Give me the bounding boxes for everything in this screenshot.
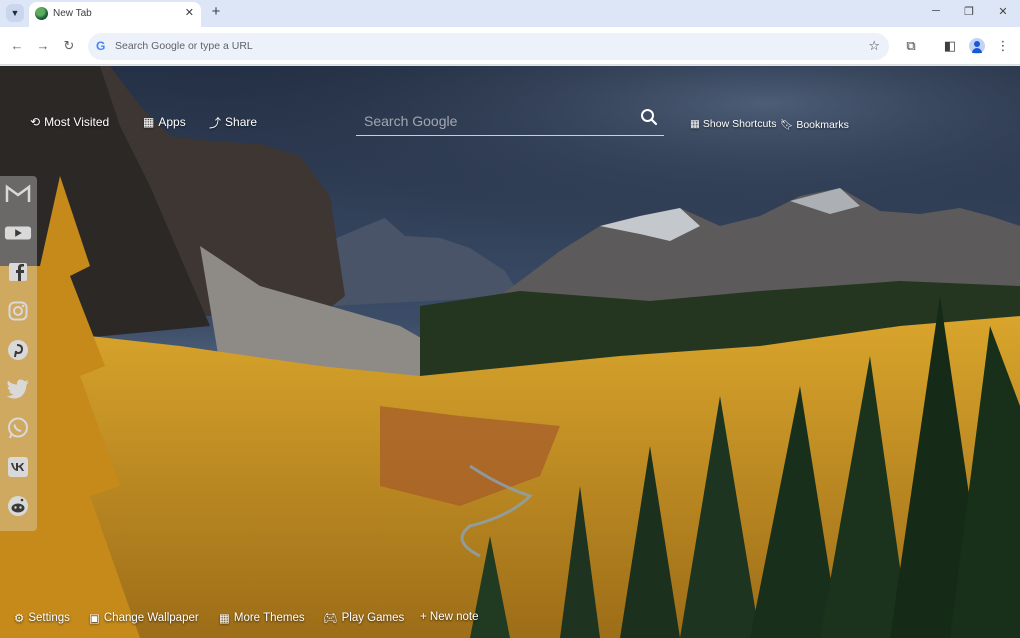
bookmark-icon: 🔖︎ bbox=[780, 119, 794, 131]
chevron-down-icon: ▼ bbox=[10, 8, 20, 18]
bookmarks-link[interactable]: 🔖︎ Bookmarks bbox=[780, 118, 849, 132]
apps-label: Apps bbox=[158, 115, 186, 129]
settings-link[interactable]: ⚙ Settings bbox=[14, 611, 70, 625]
browser-toolbar: ← → ↻ G Search Google or type a URL ☆ ⧉ … bbox=[0, 27, 1020, 65]
most-visited-link[interactable]: ⟲ Most Visited bbox=[30, 113, 109, 131]
facebook-icon[interactable] bbox=[4, 258, 32, 286]
pinterest-icon[interactable] bbox=[4, 336, 32, 364]
gamepad-icon: 🎮︎ bbox=[323, 613, 338, 625]
address-bar[interactable]: G Search Google or type a URL ☆ bbox=[88, 33, 889, 60]
settings-label: Settings bbox=[28, 612, 70, 624]
share-icon: ⤴ bbox=[209, 115, 222, 130]
play-games-link[interactable]: 🎮︎ Play Games bbox=[323, 611, 404, 625]
bookmarks-label: Bookmarks bbox=[796, 118, 849, 131]
close-icon[interactable]: ✕ bbox=[185, 6, 194, 20]
profile-avatar-icon[interactable] bbox=[969, 38, 985, 54]
tab-strip: ▼ New Tab ✕ + ─ ❐ ✕ bbox=[0, 0, 1020, 27]
window-close-button[interactable]: ✕ bbox=[993, 5, 1013, 18]
restore-button[interactable]: ❐ bbox=[959, 5, 979, 18]
instagram-icon[interactable] bbox=[4, 297, 32, 325]
themes-grid-icon: ▦ bbox=[219, 613, 230, 625]
tab-title: New Tab bbox=[53, 8, 92, 19]
extensions-puzzle-icon[interactable]: ⧉ bbox=[902, 37, 920, 55]
reload-button[interactable]: ↻ bbox=[60, 37, 78, 55]
reddit-icon[interactable] bbox=[4, 492, 32, 520]
apps-link[interactable]: ▦ Apps bbox=[143, 113, 186, 131]
gear-icon: ⚙ bbox=[14, 613, 25, 625]
apps-grid-icon: ▦ bbox=[143, 115, 155, 129]
back-button[interactable]: ← bbox=[8, 37, 26, 55]
side-panel-icon[interactable]: ◧ bbox=[941, 37, 959, 55]
play-games-label: Play Games bbox=[341, 612, 405, 624]
forward-button[interactable]: → bbox=[34, 37, 52, 55]
wallpaper-icon: ▣ bbox=[89, 613, 100, 625]
gmail-icon[interactable] bbox=[4, 180, 32, 208]
wallpaper-image bbox=[0, 66, 1020, 638]
google-search-box bbox=[356, 104, 664, 136]
tab-search-button[interactable]: ▼ bbox=[6, 4, 24, 22]
change-wallpaper-link[interactable]: ▣ Change Wallpaper bbox=[89, 611, 199, 625]
tab-new-tab[interactable]: New Tab ✕ bbox=[29, 2, 201, 27]
more-themes-link[interactable]: ▦ More Themes bbox=[219, 611, 305, 625]
history-icon: ⟲ bbox=[30, 115, 41, 129]
more-themes-label: More Themes bbox=[233, 612, 305, 624]
address-bar-placeholder: Search Google or type a URL bbox=[115, 40, 253, 52]
show-shortcuts-link[interactable]: ▦ Show Shortcuts bbox=[690, 118, 776, 130]
minimize-button[interactable]: ─ bbox=[926, 5, 946, 17]
whatsapp-icon[interactable] bbox=[4, 414, 32, 442]
most-visited-label: Most Visited bbox=[44, 115, 110, 129]
tab-favicon-icon bbox=[35, 7, 48, 20]
twitter-icon[interactable] bbox=[4, 375, 32, 403]
google-g-icon: G bbox=[96, 39, 106, 53]
show-shortcuts-label: Show Shortcuts bbox=[702, 118, 777, 130]
new-note-label: + New note bbox=[420, 611, 479, 623]
new-tab-page: ⟲ Most Visited ▦ Apps ⤴ Share ▦ Show Sho… bbox=[0, 66, 1020, 638]
share-label: Share bbox=[225, 115, 258, 129]
youtube-icon[interactable] bbox=[4, 219, 32, 247]
vk-icon[interactable] bbox=[4, 453, 32, 481]
search-input[interactable] bbox=[364, 110, 624, 132]
change-wallpaper-label: Change Wallpaper bbox=[103, 612, 199, 624]
more-menu-icon[interactable]: ⋮ bbox=[994, 37, 1012, 55]
social-sidebar bbox=[0, 176, 37, 531]
bookmark-star-icon[interactable]: ☆ bbox=[868, 38, 880, 54]
new-note-link[interactable]: + New note bbox=[420, 611, 479, 623]
grid-icon: ▦ bbox=[690, 118, 700, 130]
share-link[interactable]: ⤴ Share bbox=[209, 113, 257, 131]
new-tab-button[interactable]: + bbox=[207, 3, 225, 21]
search-icon[interactable] bbox=[640, 108, 658, 126]
